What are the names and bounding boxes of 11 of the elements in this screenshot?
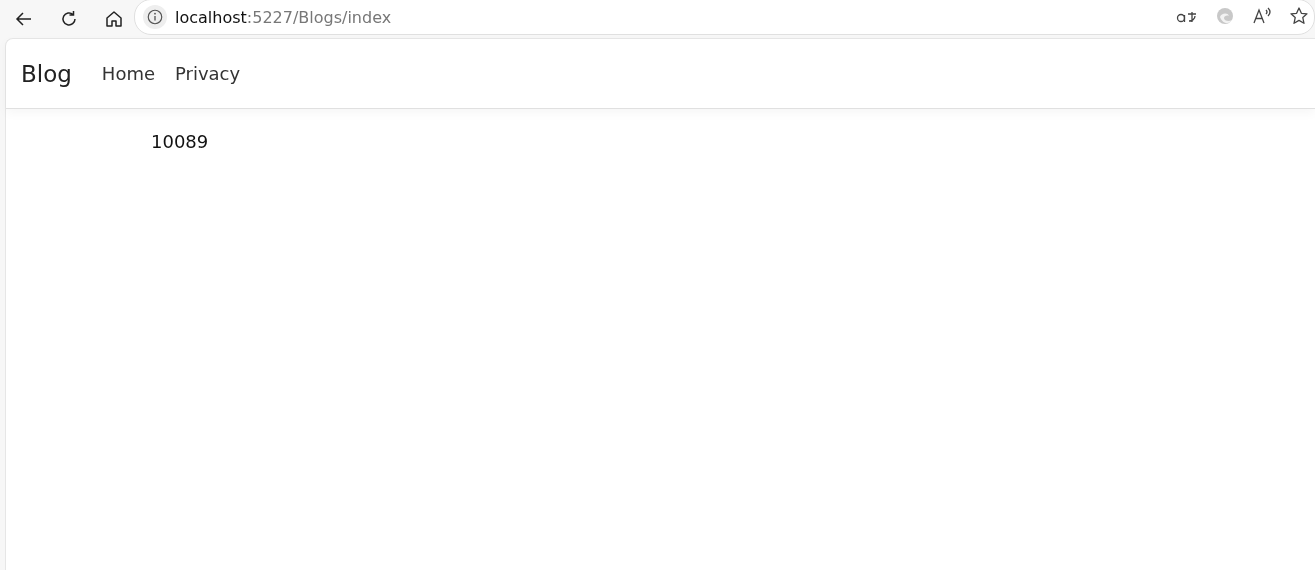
nav-link[interactable]: Home <box>101 63 155 84</box>
star-icon[interactable] <box>1289 6 1309 26</box>
content-text: 10089 <box>151 131 209 152</box>
url-text: localhost:5227/Blogs/index <box>175 7 392 27</box>
info-icon[interactable] <box>143 5 167 29</box>
brand-link[interactable]: Blog <box>21 60 72 87</box>
home-icon[interactable] <box>104 9 124 29</box>
refresh-icon[interactable] <box>59 9 79 29</box>
nav-link[interactable]: Privacy <box>175 63 241 84</box>
read-aloud-icon[interactable] <box>1251 6 1273 26</box>
address-bar[interactable]: localhost:5227/Blogs/index <box>134 0 1315 35</box>
